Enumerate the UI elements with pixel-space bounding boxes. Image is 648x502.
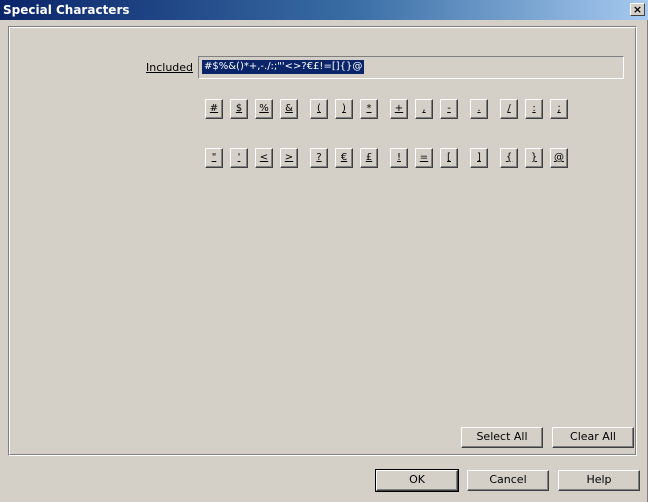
char-button[interactable]: $ <box>230 99 248 119</box>
char-button[interactable]: ' <box>230 148 248 168</box>
included-label-text: Included <box>146 61 194 74</box>
included-field[interactable]: #$%&()*+,-./:;"'<>?€£!=[]{}@ <box>198 56 624 79</box>
char-button[interactable]: . <box>470 99 488 119</box>
cancel-button[interactable]: Cancel <box>467 470 549 491</box>
char-button[interactable]: ? <box>310 148 328 168</box>
char-button[interactable]: " <box>205 148 223 168</box>
char-button[interactable]: - <box>440 99 458 119</box>
window-title: Special Characters <box>3 3 130 17</box>
characters-panel <box>8 26 637 456</box>
char-button[interactable]: = <box>415 148 433 168</box>
title-bar: Special Characters × <box>0 0 648 20</box>
select-all-label: Select All <box>476 430 528 443</box>
char-button[interactable]: @ <box>550 148 568 168</box>
char-button[interactable]: ] <box>470 148 488 168</box>
clear-all-label: Clear All <box>570 430 616 443</box>
close-icon: × <box>632 3 643 16</box>
char-button[interactable]: [ <box>440 148 458 168</box>
char-button[interactable]: > <box>280 148 298 168</box>
help-button[interactable]: Help <box>558 470 640 491</box>
char-button[interactable]: { <box>500 148 518 168</box>
char-button[interactable]: , <box>415 99 433 119</box>
close-button[interactable]: × <box>630 3 645 16</box>
included-value: #$%&()*+,-./:;"'<>?€£!=[]{}@ <box>202 60 365 74</box>
char-button[interactable]: : <box>525 99 543 119</box>
char-button[interactable]: ( <box>310 99 328 119</box>
char-button[interactable]: ; <box>550 99 568 119</box>
help-label: Help <box>586 473 612 486</box>
char-button[interactable]: € <box>335 148 353 168</box>
select-all-button[interactable]: Select All <box>461 427 543 448</box>
char-button[interactable]: & <box>280 99 298 119</box>
cancel-label: Cancel <box>489 473 527 486</box>
char-button[interactable]: / <box>500 99 518 119</box>
clear-all-button[interactable]: Clear All <box>552 427 634 448</box>
char-button[interactable]: £ <box>360 148 378 168</box>
char-button[interactable]: + <box>390 99 408 119</box>
char-button[interactable]: # <box>205 99 223 119</box>
char-button[interactable]: } <box>525 148 543 168</box>
special-characters-dialog: Special Characters × Included #$%&()*+,-… <box>0 0 648 502</box>
char-button[interactable]: < <box>255 148 273 168</box>
ok-label: OK <box>409 473 425 486</box>
char-button[interactable]: ! <box>390 148 408 168</box>
char-button[interactable]: * <box>360 99 378 119</box>
char-button[interactable]: ) <box>335 99 353 119</box>
included-label: Included <box>146 61 193 74</box>
ok-button[interactable]: OK <box>375 469 459 492</box>
char-button[interactable]: % <box>255 99 273 119</box>
